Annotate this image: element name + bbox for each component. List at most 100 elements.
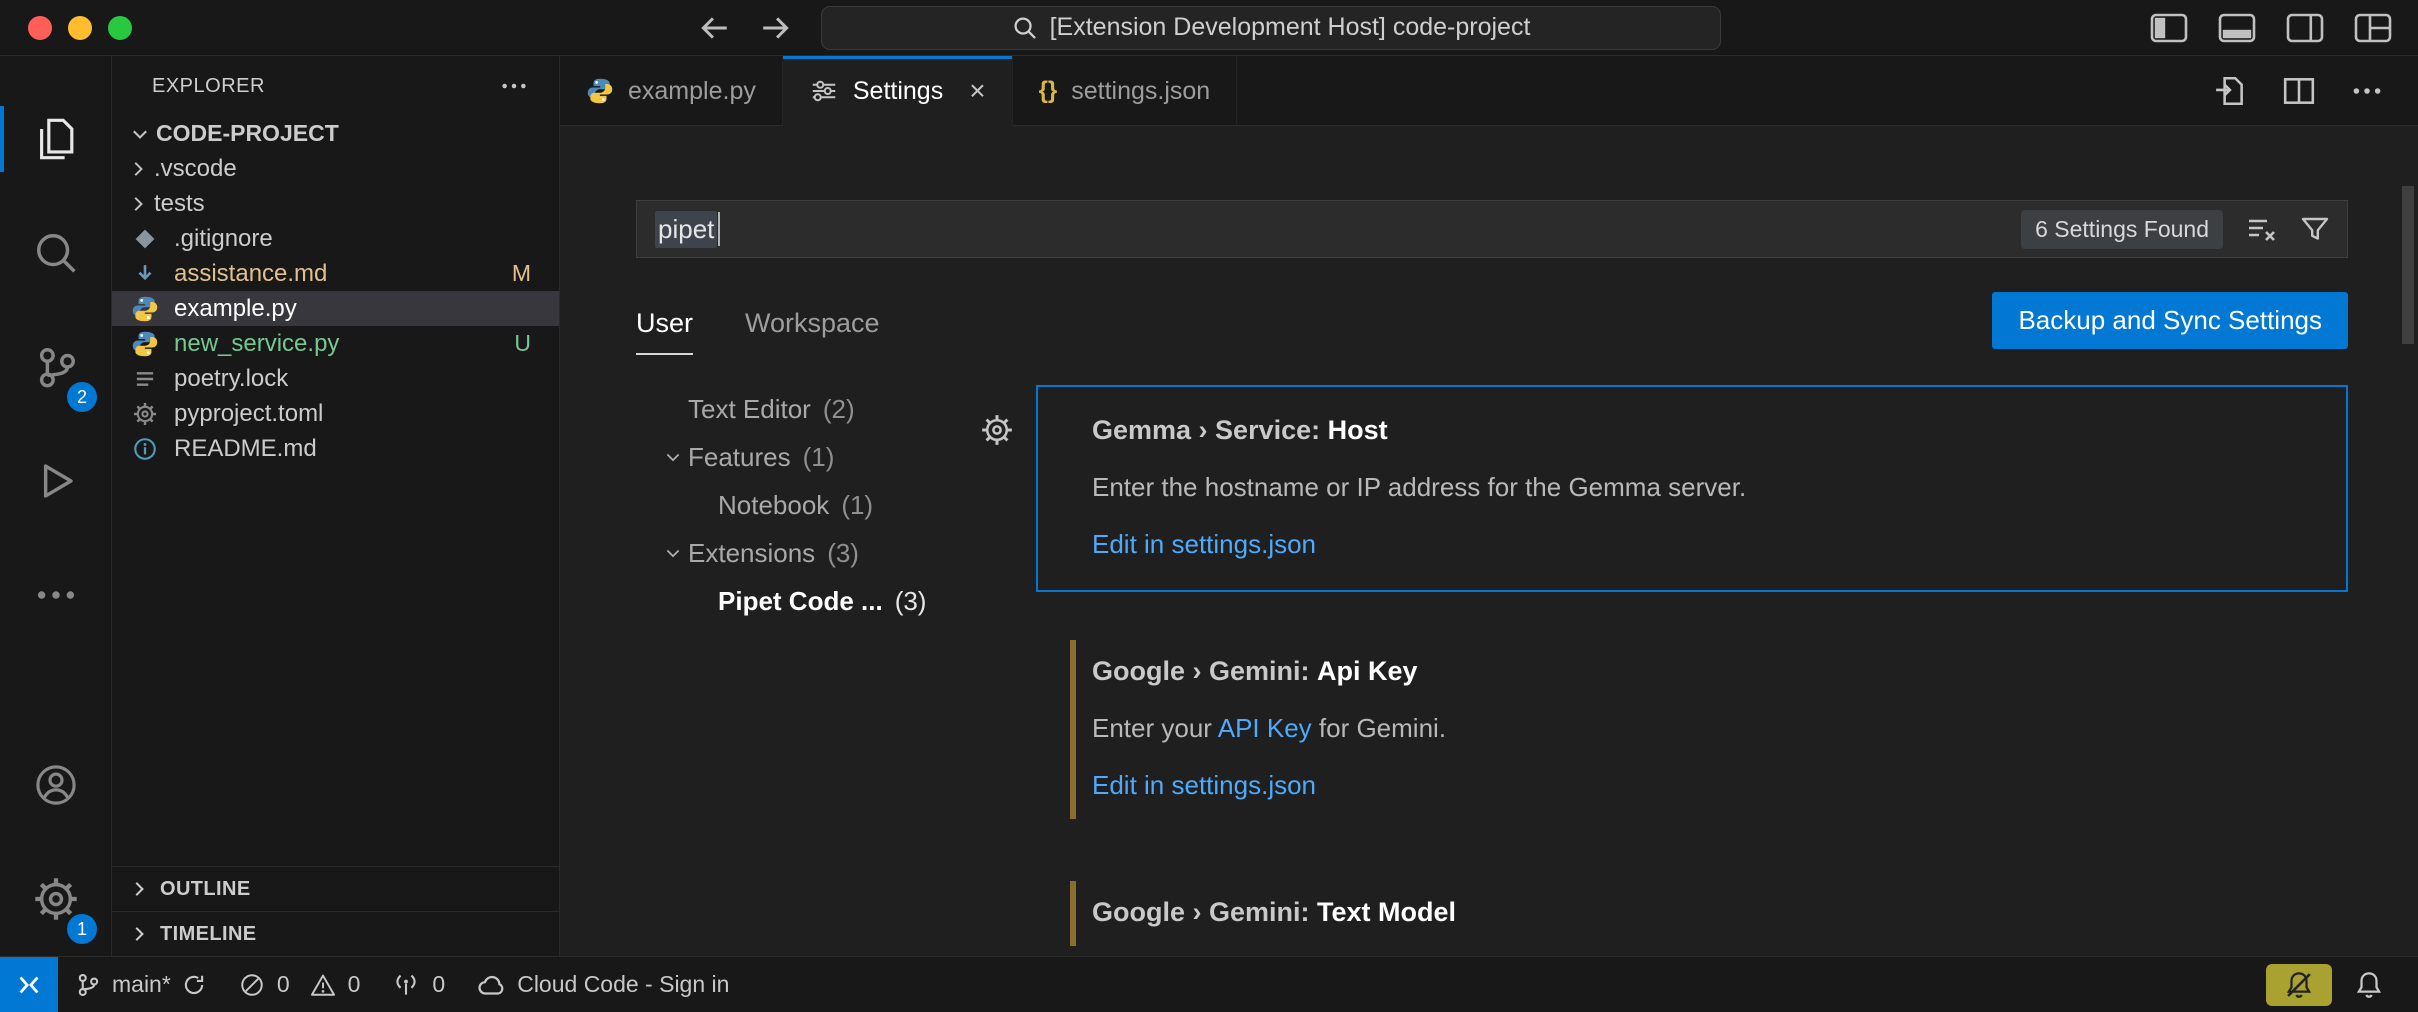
macos-window-controls — [28, 0, 132, 55]
setting-title: Google › Gemini: Text Model — [1092, 897, 2318, 928]
toc-item-features[interactable]: Features (1) — [636, 433, 936, 481]
do-not-disturb-indicator[interactable] — [2266, 964, 2332, 1006]
tab-settings[interactable]: Settings × — [783, 56, 1013, 126]
activity-settings[interactable]: 1 — [0, 842, 111, 956]
settings-toc: Text Editor (2) Features (1) N — [636, 385, 936, 956]
sidebar-header: EXPLORER — [112, 56, 559, 116]
navigate-forward-icon[interactable] — [759, 11, 793, 45]
file-name: new_service.py — [174, 330, 339, 358]
toc-item-extensions[interactable]: Extensions (3) — [636, 529, 936, 577]
tree-item-file[interactable]: poetry.lock — [112, 361, 559, 396]
settings-badge: 1 — [67, 914, 97, 944]
command-center[interactable]: [Extension Development Host] code-projec… — [821, 6, 1721, 50]
activity-bar: 2 1 — [0, 56, 112, 956]
split-editor-icon[interactable] — [2282, 74, 2316, 108]
close-window-button[interactable] — [28, 16, 52, 40]
window-title: [Extension Development Host] code-projec… — [1050, 13, 1531, 42]
editor-scrollbar[interactable] — [2402, 186, 2414, 344]
setting-row-gemma-host[interactable]: Gemma › Service: Host Enter the hostname… — [1036, 385, 2348, 592]
toggle-panel-icon[interactable] — [2218, 13, 2256, 43]
git-status-badge: U — [514, 330, 531, 357]
chevron-right-icon — [128, 878, 150, 900]
settings-body: Text Editor (2) Features (1) N — [636, 385, 2348, 956]
toc-label: Extensions — [688, 538, 815, 569]
setting-name: Api Key — [1317, 656, 1418, 686]
cloud-code-label: Cloud Code - Sign in — [517, 971, 729, 998]
problems-status[interactable]: 0 0 — [223, 957, 377, 1012]
scope-tab-workspace[interactable]: Workspace — [745, 308, 880, 355]
activity-account[interactable] — [0, 728, 111, 842]
layout-controls — [2150, 0, 2392, 55]
tree-item-file-selected[interactable]: example.py — [112, 291, 559, 326]
toc-item-notebook[interactable]: Notebook (1) — [636, 481, 936, 529]
activity-search[interactable] — [0, 196, 111, 310]
tree-item-file[interactable]: README.md — [112, 431, 559, 466]
error-icon — [239, 972, 265, 998]
scope-tab-user[interactable]: User — [636, 308, 693, 355]
tab-example-py[interactable]: example.py — [560, 56, 783, 126]
activity-explorer[interactable] — [0, 82, 111, 196]
more-actions-icon[interactable] — [2350, 74, 2384, 108]
folder-name: tests — [154, 190, 205, 218]
setting-row-gemini-api-key[interactable]: Google › Gemini: Api Key Enter your API … — [1036, 626, 2348, 833]
api-key-link[interactable]: API Key — [1218, 713, 1312, 743]
remote-indicator[interactable] — [0, 957, 58, 1012]
lock-file-icon — [130, 364, 160, 394]
sync-icon — [181, 972, 207, 998]
status-bar: main* 0 0 0 Cloud Code - Sign i — [0, 956, 2418, 1012]
toc-item-pipet-code[interactable]: Pipet Code ... (3) — [636, 577, 936, 625]
modified-indicator — [1070, 640, 1076, 819]
tree-item-folder[interactable]: tests — [112, 186, 559, 221]
more-actions-icon[interactable] — [499, 71, 529, 101]
account-icon — [33, 762, 79, 808]
editor-actions — [2214, 56, 2418, 126]
more-icon — [33, 572, 79, 618]
edit-in-settings-json-link[interactable]: Edit in settings.json — [1092, 770, 2318, 801]
outline-section-header[interactable]: OUTLINE — [112, 866, 559, 911]
customize-layout-icon[interactable] — [2354, 13, 2392, 43]
python-file-icon — [130, 294, 160, 324]
toc-count: (3) — [895, 586, 927, 617]
tree-item-folder[interactable]: .vscode — [112, 151, 559, 186]
outline-section-title: OUTLINE — [160, 878, 251, 901]
toc-count: (3) — [827, 538, 859, 569]
chevron-right-icon — [122, 158, 154, 180]
ports-status[interactable]: 0 — [376, 957, 461, 1012]
tab-label: Settings — [853, 77, 943, 106]
python-file-icon — [130, 329, 160, 359]
edit-in-settings-json-link[interactable]: Edit in settings.json — [1092, 529, 2318, 560]
timeline-section-header[interactable]: TIMELINE — [112, 911, 559, 956]
setting-row-gemini-text-model[interactable]: Google › Gemini: Text Model — [1036, 867, 2348, 956]
tree-root-folder[interactable]: CODE-PROJECT — [112, 116, 559, 151]
git-branch-status[interactable]: main* — [58, 957, 223, 1012]
minimize-window-button[interactable] — [68, 16, 92, 40]
gear-icon — [33, 876, 79, 922]
notifications-bell[interactable] — [2338, 957, 2400, 1012]
tab-settings-json[interactable]: {} settings.json — [1013, 56, 1238, 126]
setting-category: Google › Gemini: — [1092, 897, 1310, 927]
tree-item-file[interactable]: assistance.md M — [112, 256, 559, 291]
run-debug-icon — [33, 458, 79, 504]
activity-more[interactable] — [0, 538, 111, 652]
activity-source-control[interactable]: 2 — [0, 310, 111, 424]
filter-icon[interactable] — [2299, 213, 2331, 245]
open-changes-icon[interactable] — [2214, 74, 2248, 108]
git-file-icon — [130, 224, 160, 254]
toggle-primary-sidebar-icon[interactable] — [2150, 13, 2188, 43]
navigate-back-icon[interactable] — [697, 11, 731, 45]
backup-sync-settings-button[interactable]: Backup and Sync Settings — [1992, 292, 2348, 349]
activity-run-debug[interactable] — [0, 424, 111, 538]
tree-item-file[interactable]: .gitignore — [112, 221, 559, 256]
timeline-section-title: TIMELINE — [160, 923, 257, 946]
setting-name: Host — [1328, 415, 1388, 445]
tree-item-file[interactable]: pyproject.toml — [112, 396, 559, 431]
clear-filters-icon[interactable] — [2245, 213, 2277, 245]
close-icon[interactable]: × — [969, 77, 985, 105]
toc-item-text-editor[interactable]: Text Editor (2) — [636, 385, 936, 433]
tree-item-file[interactable]: new_service.py U — [112, 326, 559, 361]
toggle-secondary-sidebar-icon[interactable] — [2286, 13, 2324, 43]
setting-gear-icon[interactable] — [980, 413, 1014, 447]
settings-search-input[interactable]: pipet 6 Settings Found — [636, 200, 2348, 258]
zoom-window-button[interactable] — [108, 16, 132, 40]
cloud-code-status[interactable]: Cloud Code - Sign in — [461, 957, 745, 1012]
